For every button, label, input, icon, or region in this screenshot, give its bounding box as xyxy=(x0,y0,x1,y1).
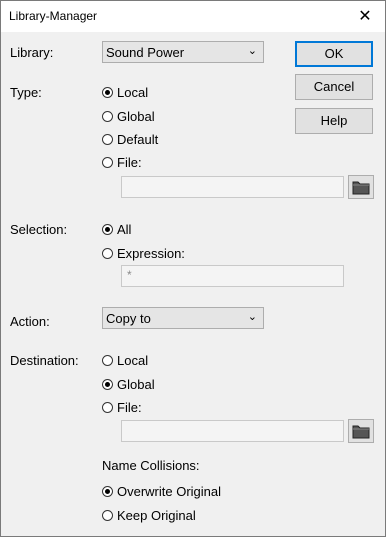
radio-indicator xyxy=(102,133,113,145)
radio-label: Default xyxy=(117,131,159,147)
folder-icon xyxy=(352,181,370,195)
radio-indicator xyxy=(102,110,113,122)
folder-icon xyxy=(352,425,370,439)
type-default-radio[interactable]: Default xyxy=(102,131,158,147)
radio-label: Local xyxy=(117,352,149,368)
radio-indicator xyxy=(102,247,113,259)
radio-indicator xyxy=(102,354,113,366)
radio-indicator xyxy=(102,509,113,521)
destination-local-radio[interactable]: Local xyxy=(102,352,148,368)
radio-label: Overwrite Original xyxy=(117,483,222,499)
radio-label: Global xyxy=(117,108,155,124)
cancel-button[interactable]: Cancel xyxy=(295,74,373,100)
radio-label: File: xyxy=(117,399,142,415)
collision-keep-radio[interactable]: Keep Original xyxy=(102,507,196,523)
radio-label: All xyxy=(117,221,132,237)
destination-global-radio[interactable]: Global xyxy=(102,376,155,392)
action-label: Action: xyxy=(10,314,50,329)
name-collisions-label: Name Collisions: xyxy=(102,458,200,473)
chevron-down-icon: ⌄ xyxy=(247,311,257,323)
radio-label: File: xyxy=(117,154,142,170)
expression-input[interactable]: * xyxy=(121,265,344,287)
ok-button[interactable]: OK xyxy=(295,41,373,67)
selection-label: Selection: xyxy=(10,222,68,237)
destination-file-input[interactable] xyxy=(121,420,344,442)
help-button[interactable]: Help xyxy=(295,108,373,134)
selection-all-radio[interactable]: All xyxy=(102,221,131,237)
destination-label: Destination: xyxy=(10,353,79,368)
destination-browse-button[interactable] xyxy=(348,419,374,443)
radio-label: Global xyxy=(117,376,155,392)
selection-expression-radio[interactable]: Expression: xyxy=(102,245,185,261)
library-label: Library: xyxy=(10,45,54,60)
action-dropdown[interactable]: Copy to ⌄ xyxy=(102,307,264,329)
title-bar: Library-Manager ✕ xyxy=(1,1,385,32)
radio-indicator xyxy=(102,223,113,235)
radio-label: Local xyxy=(117,84,149,100)
radio-indicator xyxy=(102,156,113,168)
library-value: Sound Power xyxy=(106,45,185,60)
type-label: Type: xyxy=(10,85,42,100)
type-local-radio[interactable]: Local xyxy=(102,84,148,100)
radio-indicator xyxy=(102,485,113,497)
radio-indicator xyxy=(102,86,113,98)
type-file-radio[interactable]: File: xyxy=(102,154,142,170)
type-browse-button[interactable] xyxy=(348,175,374,199)
type-global-radio[interactable]: Global xyxy=(102,108,155,124)
action-value: Copy to xyxy=(106,311,151,326)
library-manager-dialog: Library-Manager ✕ Library: Sound Power ⌄… xyxy=(0,0,386,537)
window-title: Library-Manager xyxy=(9,9,98,23)
collision-overwrite-radio[interactable]: Overwrite Original xyxy=(102,483,221,499)
radio-label: Expression: xyxy=(117,245,185,261)
radio-indicator xyxy=(102,378,113,390)
radio-indicator xyxy=(102,401,113,413)
close-icon[interactable]: ✕ xyxy=(345,1,385,32)
radio-label: Keep Original xyxy=(117,507,196,523)
library-dropdown[interactable]: Sound Power ⌄ xyxy=(102,41,264,63)
chevron-down-icon: ⌄ xyxy=(247,45,257,57)
destination-file-radio[interactable]: File: xyxy=(102,399,142,415)
type-file-input[interactable] xyxy=(121,176,344,198)
